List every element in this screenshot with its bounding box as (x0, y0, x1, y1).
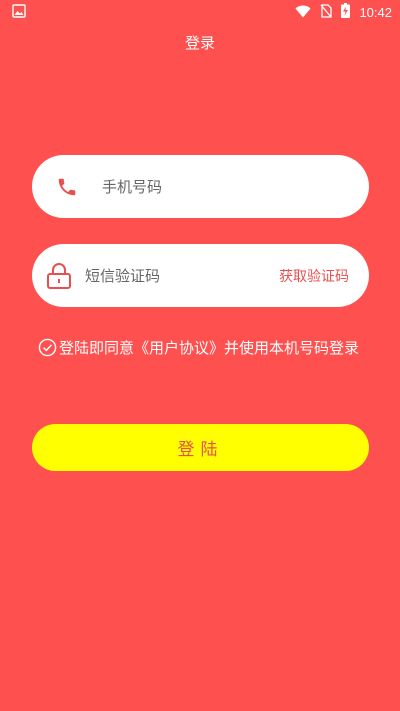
phone-input[interactable] (102, 177, 369, 196)
check-circle-icon[interactable] (38, 338, 57, 364)
login-screen: 10:42 登录 获取验证码 登陆即同意《用户协议》并使用本机号 (0, 0, 400, 711)
wifi-icon (295, 3, 311, 22)
agreement-text: 登陆即同意《用户协议》并使用本机号码登录 (59, 339, 360, 357)
lock-icon (32, 262, 85, 290)
status-time: 10:42 (359, 4, 392, 20)
get-code-button[interactable]: 获取验证码 (279, 266, 369, 286)
page-title: 登录 (184, 34, 215, 52)
phone-input-container[interactable] (32, 155, 369, 218)
battery-charging-icon (341, 2, 351, 22)
status-bar: 10:42 (0, 0, 400, 24)
code-input-container[interactable]: 获取验证码 (32, 244, 369, 307)
phone-icon (32, 176, 102, 198)
image-icon (12, 3, 26, 22)
no-sim-icon (320, 3, 333, 22)
login-button[interactable]: 登陆 (32, 424, 369, 471)
agreement[interactable]: 登陆即同意《用户协议》并使用本机号码登录 (38, 336, 368, 364)
sms-code-input[interactable] (85, 266, 279, 285)
